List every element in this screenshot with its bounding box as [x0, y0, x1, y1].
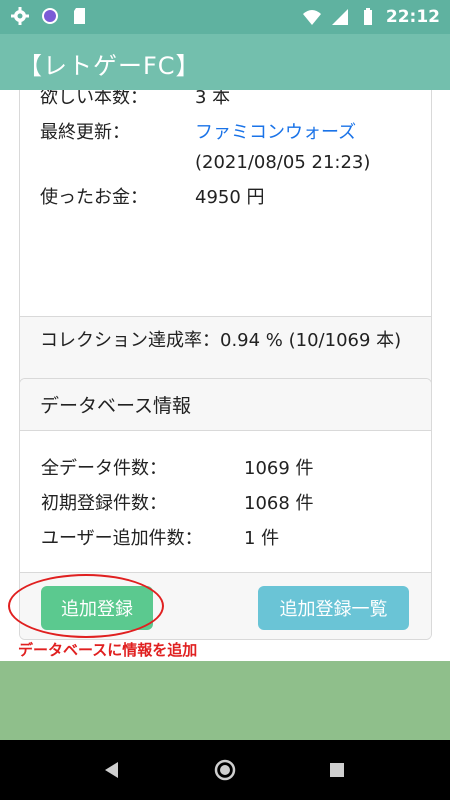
user-added-value: 1 件 — [244, 528, 280, 549]
total-data-label: 全データ件数： — [41, 458, 167, 479]
annotation-note: データベースに情報を追加 — [18, 641, 198, 659]
sd-card-icon — [74, 8, 85, 24]
initial-data-label: 初期登録件数： — [41, 493, 167, 514]
app-notification-icon — [42, 8, 58, 24]
money-spent-label: 使ったお金： — [40, 187, 148, 208]
last-updated-game-link[interactable]: ファミコンウォーズ — [195, 121, 356, 145]
database-info-title: データベース情報 — [40, 395, 192, 417]
status-bar: 22:12 — [0, 0, 450, 34]
initial-data-value: 1068 件 — [244, 493, 314, 514]
main-content[interactable]: 欲しい本数： 3 本 最終更新： ファミコンウォーズ (2021/08/05 2… — [0, 90, 450, 661]
home-icon[interactable] — [213, 758, 237, 782]
app-title: 【レトゲーFC】 — [18, 52, 201, 80]
highlight-circle — [8, 574, 164, 638]
back-icon[interactable] — [102, 760, 122, 780]
wanted-count-value: 3 本 — [195, 90, 231, 108]
money-spent-value: 4950 円 — [195, 187, 265, 208]
wanted-count-label: 欲しい本数： — [40, 90, 148, 108]
total-data-value: 1069 件 — [244, 458, 314, 479]
navigation-bar — [0, 740, 450, 800]
wifi-icon — [302, 10, 321, 25]
added-entries-list-button[interactable]: 追加登録一覧 — [258, 586, 409, 630]
gear-icon — [11, 7, 29, 25]
recent-apps-icon[interactable] — [328, 761, 346, 779]
clock: 22:12 — [385, 7, 440, 27]
collection-stats-card: 欲しい本数： 3 本 最終更新： ファミコンウォーズ (2021/08/05 2… — [19, 90, 432, 407]
completion-rate-text: コレクション達成率：0.94 % (10/1069 本) — [40, 330, 402, 351]
app-bar: 【レトゲーFC】 — [0, 34, 450, 90]
cell-signal-icon — [331, 9, 348, 25]
database-info-header: データベース情報 — [20, 379, 431, 431]
user-added-label: ユーザー追加件数： — [41, 528, 203, 549]
battery-icon — [363, 8, 372, 25]
database-info-body: 全データ件数： 1069 件 初期登録件数： 1068 件 ユーザー追加件数： … — [20, 431, 431, 572]
last-updated-date: (2021/08/05 21:23) — [195, 152, 371, 173]
bottom-banner-area — [0, 661, 450, 740]
last-updated-label: 最終更新： — [40, 122, 130, 143]
